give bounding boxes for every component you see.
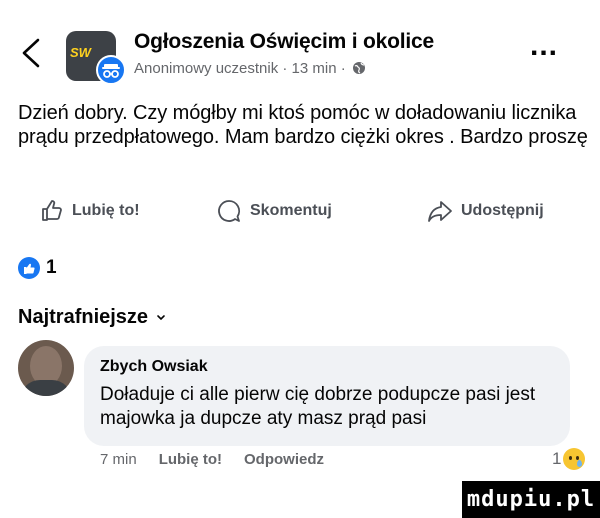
group-name[interactable]: Ogłoszenia Oświęcim i okolice <box>134 30 434 54</box>
commenter-avatar[interactable] <box>18 340 74 396</box>
comment-text: Doładuje ci alle pierw cię dobrze podupc… <box>100 384 536 429</box>
group-avatar-logo: SW <box>70 45 91 60</box>
reaction-summary[interactable]: 1 <box>18 257 57 279</box>
comment-button[interactable]: Skomentuj <box>216 195 332 227</box>
comment-time: 7 min <box>100 451 137 468</box>
share-arrow-icon <box>428 201 452 222</box>
like-button[interactable]: Lubię to! <box>40 195 140 227</box>
comment-author[interactable]: Zbych Owsiak <box>100 358 208 376</box>
sad-emoji-icon <box>563 448 586 470</box>
like-button-label: Lubię to! <box>72 202 140 219</box>
anonymous-icon <box>96 55 126 85</box>
comment-bubble-icon <box>218 200 240 222</box>
post-text: Dzień dobry. Czy mógłby mi ktoś pomóc w … <box>18 102 588 148</box>
comment-reaction-count: 1 <box>552 449 562 468</box>
like-icon <box>18 257 40 279</box>
share-button[interactable]: Udostępnij <box>427 195 544 227</box>
comment-meta: 7 min Lubię to! Odpowiedz <box>100 451 324 468</box>
share-button-label: Udostępnij <box>461 202 544 219</box>
avatar-shirt <box>20 380 72 396</box>
post-actions: Lubię to! Skomentuj Udostępnij <box>0 195 600 227</box>
watermark-logo: mdupiu.pl <box>462 481 600 518</box>
chevron-left-icon[interactable] <box>18 36 44 70</box>
post-header: SW Ogłoszenia Oświęcim i okolice Anonimo… <box>0 22 600 85</box>
comment-sort-dropdown[interactable]: Najtrafniejsze <box>18 306 166 329</box>
comment-like-button[interactable]: Lubię to! <box>159 451 222 468</box>
comment-reactions[interactable]: 1 <box>552 448 586 470</box>
post-meta-text: Anonimowy uczestnik · 13 min · <box>134 60 346 77</box>
globe-icon <box>352 62 365 74</box>
reaction-count: 1 <box>46 257 57 278</box>
comment-reply-button[interactable]: Odpowiedz <box>244 451 324 468</box>
post-meta: Anonimowy uczestnik · 13 min · <box>134 60 366 77</box>
chevron-down-icon <box>157 314 165 320</box>
comment-sort-label: Najtrafniejsze <box>18 306 149 328</box>
more-options-button[interactable]: ... <box>530 31 558 61</box>
thumbs-up-icon <box>42 200 62 221</box>
comment-button-label: Skomentuj <box>250 202 332 219</box>
